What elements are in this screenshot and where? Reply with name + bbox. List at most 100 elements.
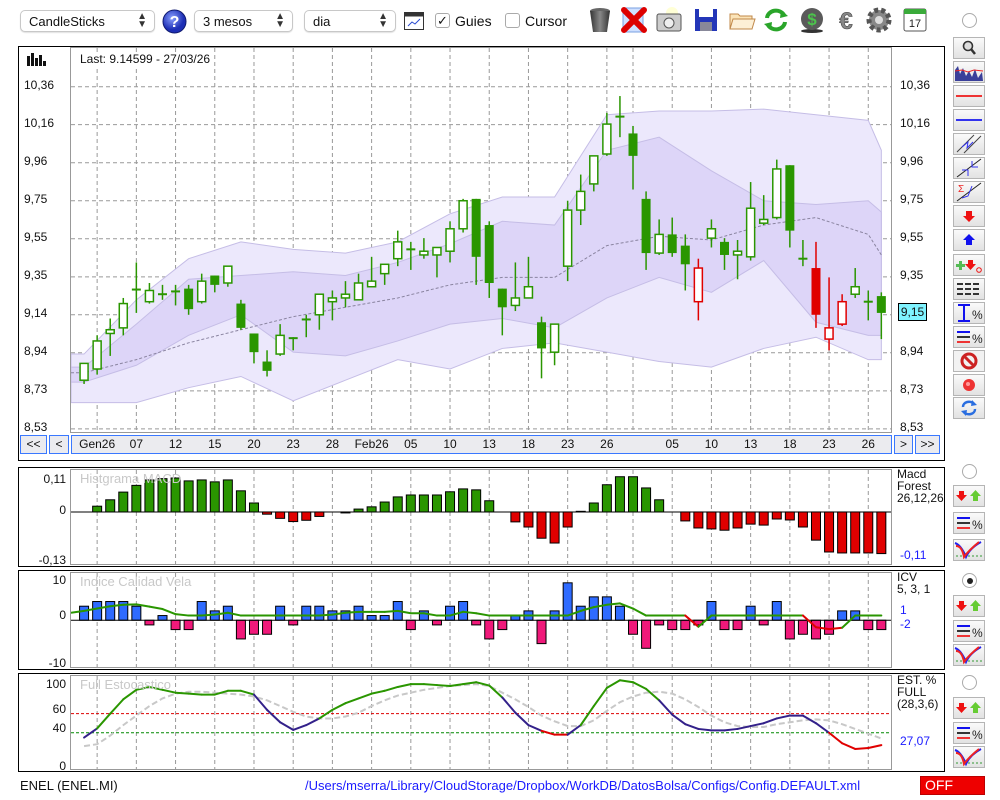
delete-icon[interactable]	[620, 6, 648, 34]
candle-body	[654, 233, 664, 254]
zoom-tool-button[interactable]	[953, 37, 985, 59]
candle-body	[79, 362, 89, 381]
icv-panel-radio[interactable]	[962, 573, 977, 588]
stochastic-main-segment	[527, 724, 543, 732]
help-icon[interactable]: ?	[162, 9, 187, 34]
candle-body	[236, 303, 246, 328]
candle	[223, 265, 233, 287]
stochastic-main-segment	[252, 693, 269, 711]
trash-icon[interactable]	[586, 6, 614, 34]
main-chart-radio[interactable]	[962, 13, 977, 28]
candle-body	[301, 318, 311, 321]
red-down-arrow-icon	[963, 211, 975, 222]
stochastic-main-segment	[749, 722, 765, 728]
macd-bar	[863, 511, 874, 554]
refresh-icon[interactable]	[762, 6, 790, 34]
add-signal-button[interactable]	[953, 254, 985, 276]
currency-dollar-icon[interactable]: $	[798, 6, 826, 34]
camera-icon[interactable]	[655, 6, 683, 34]
config-path-link[interactable]: /Users/mserra/Library/CloudStorage/Dropb…	[305, 778, 860, 793]
macd-bar	[575, 510, 586, 513]
stochastic-main-segment	[435, 684, 452, 688]
macd-params: 26,12,26	[897, 491, 944, 505]
channel-tool-button[interactable]	[953, 133, 985, 155]
stochastic-panel-radio[interactable]	[962, 675, 977, 690]
symbol-label: ENEL (ENEL.MI)	[20, 778, 118, 793]
sync-button[interactable]	[953, 397, 985, 419]
sigma-trendline-button[interactable]: Σ	[953, 181, 985, 203]
blue-line-tool-button[interactable]	[953, 109, 985, 131]
stochastic-percent-button[interactable]: %	[953, 722, 985, 744]
icv-bar	[601, 596, 612, 621]
grid-lines-button[interactable]	[953, 278, 985, 300]
macd-bar	[196, 479, 207, 513]
status-toggle-off[interactable]: OFF	[920, 776, 985, 795]
date-tick-label: 13	[482, 437, 496, 451]
icv-signal-segment	[161, 608, 177, 616]
save-icon[interactable]	[692, 6, 720, 34]
icv-crossover-button[interactable]	[953, 644, 985, 666]
mini-chart-icon	[954, 66, 984, 81]
macd-crossover-button[interactable]	[953, 539, 985, 561]
nav-next-button[interactable]: >	[894, 435, 913, 454]
icv-signals-button[interactable]	[953, 595, 985, 617]
macd-chart-area[interactable]	[70, 469, 892, 565]
calendar-icon[interactable]: 17	[901, 6, 929, 34]
stoch-y-0: 0	[59, 759, 66, 773]
icv-bar	[641, 619, 652, 649]
icv-percent-button[interactable]: %	[953, 620, 985, 642]
icv-y-min: -10	[48, 656, 66, 670]
macd-signals-button[interactable]	[953, 485, 985, 507]
euro-icon[interactable]: €	[832, 6, 860, 36]
prohibited-icon	[960, 352, 978, 370]
settings-gear-icon[interactable]	[865, 6, 893, 34]
red-line-tool-button[interactable]	[953, 85, 985, 107]
macd-bar	[288, 511, 299, 523]
trendline-tool-button[interactable]	[953, 157, 985, 179]
icv-bar	[745, 605, 756, 621]
lines-percent-button[interactable]: %	[953, 326, 985, 348]
macd-panel-radio[interactable]	[962, 464, 977, 479]
range-percent-button[interactable]: %	[953, 302, 985, 324]
guides-checkbox[interactable]: ✓	[435, 13, 450, 28]
macd-percent-button[interactable]: %	[953, 512, 985, 534]
stochastic-main-segment	[96, 712, 112, 730]
stochastic-chart-area[interactable]	[70, 675, 892, 770]
macd-title: Histgrama MACD	[80, 471, 182, 486]
price-chart-area[interactable]: Last: 9.14599 - 27/03/26	[70, 47, 892, 433]
icv-signal-segment	[605, 602, 621, 606]
nav-prev-button[interactable]: <	[49, 435, 69, 454]
period-select[interactable]: 3 mesos ▲ ▼	[194, 10, 293, 32]
buy-signal-button[interactable]	[953, 229, 985, 251]
record-button[interactable]	[953, 374, 985, 396]
nav-first-button[interactable]: <<	[20, 435, 47, 454]
stochastic-crossover-button[interactable]	[953, 746, 985, 768]
trendline-icon	[956, 158, 982, 178]
select-chevron-icon: ▲ ▼	[137, 11, 147, 30]
clear-button[interactable]	[953, 350, 985, 372]
icv-bar	[863, 619, 874, 631]
stochastic-main-segment	[867, 744, 883, 750]
select-chevron-icon: ▲ ▼	[275, 11, 285, 30]
chart-window-icon[interactable]	[404, 12, 424, 30]
icv-bar	[196, 601, 207, 621]
date-tick-label: 23	[560, 437, 575, 451]
stochastic-signals-button[interactable]	[953, 697, 985, 719]
candle-body	[445, 228, 455, 252]
volume-bars-icon[interactable]	[27, 52, 47, 69]
icv-chart-area[interactable]	[70, 572, 892, 668]
sell-signal-button[interactable]	[953, 205, 985, 227]
candle-body	[262, 361, 272, 371]
interval-select[interactable]: dia ▲ ▼	[304, 10, 396, 32]
macd-bar	[824, 511, 835, 553]
open-folder-icon[interactable]	[728, 6, 756, 34]
svg-text:$: $	[807, 10, 817, 29]
nav-last-button[interactable]: >>	[915, 435, 940, 454]
date-axis[interactable]: Gen26 07 12 15 20 23 28 Feb26 05 10 13 18 23 26 05 10 13…	[71, 435, 892, 454]
candle-body	[850, 285, 860, 295]
cursor-checkbox[interactable]	[505, 13, 520, 28]
stochastic-main-segment	[814, 722, 831, 734]
stochastic-main-segment	[187, 692, 203, 696]
chart-type-select[interactable]: CandleSticks ▲ ▼	[20, 10, 155, 32]
overview-chart-button[interactable]	[953, 61, 985, 83]
